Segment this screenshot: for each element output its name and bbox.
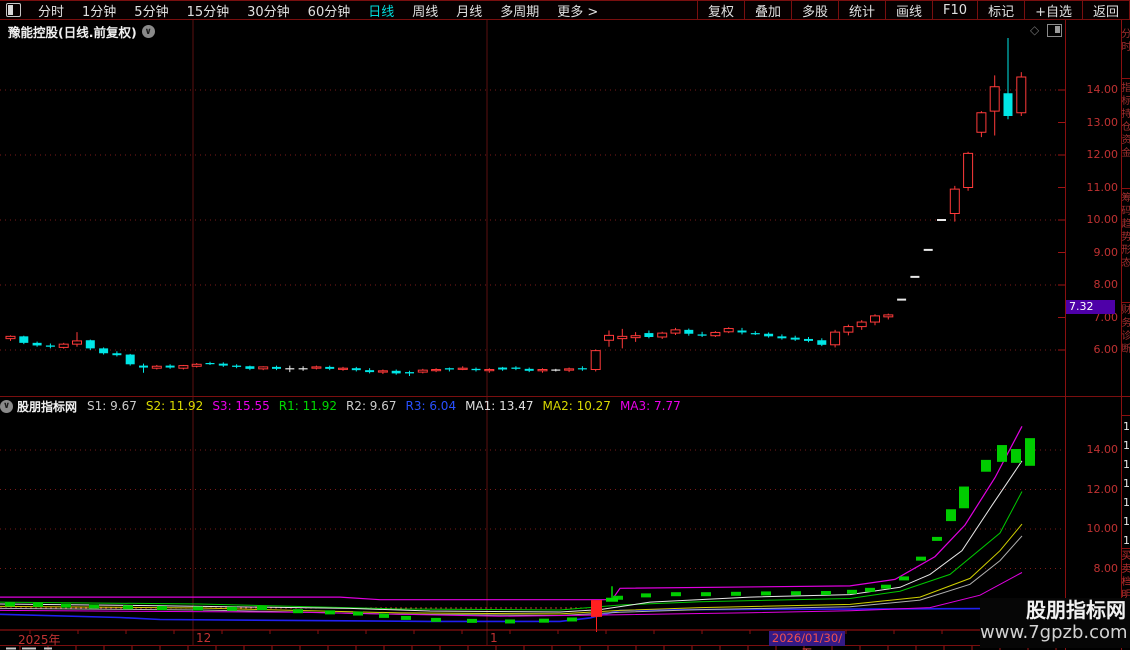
- menu-item-30分钟[interactable]: 30分钟: [238, 1, 299, 20]
- strip-divider: [1122, 548, 1130, 549]
- chevron-down-icon[interactable]: ∨: [0, 399, 13, 413]
- menu-item-5分钟[interactable]: 5分钟: [125, 1, 177, 20]
- split-window-icon[interactable]: [1047, 23, 1063, 37]
- main-axis-label-13.00: 13.00: [1086, 115, 1119, 129]
- strip-quote-digit: 1: [1123, 515, 1130, 528]
- menu-item-15分钟[interactable]: 15分钟: [178, 1, 239, 20]
- strip-section-0: 分时: [1122, 28, 1130, 54]
- strip-divider: [1122, 415, 1130, 416]
- timeline-month-1[interactable]: 1: [490, 631, 498, 645]
- right-sidebar-strip[interactable]: 分时 指标持仓资金 筹码趋势形态 财务诊断 买卖档明细 1 1 1 1 1 1 1: [1122, 20, 1130, 650]
- top-menubar: 分时 1分钟 5分钟 15分钟 30分钟 60分钟 日线 周线 月线 多周期 更多 > 复权 叠加 多股…: [0, 0, 1130, 20]
- menu-item-画线[interactable]: 画线: [885, 1, 932, 20]
- menu-item-标记[interactable]: 标记: [977, 1, 1024, 20]
- chart-title-row: 豫能控股(日线.前复权) ∨: [8, 22, 155, 41]
- stock-title[interactable]: 豫能控股(日线.前复权): [8, 22, 137, 41]
- main-axis-label-11.00: 11.00: [1086, 180, 1119, 194]
- indicator-name[interactable]: 股朋指标网: [17, 398, 77, 415]
- indicator-value-R2: R2: 9.67: [345, 399, 397, 413]
- menu-item-分时[interactable]: 分时: [29, 1, 73, 20]
- last-price-badge: 7.32: [1066, 300, 1115, 315]
- tools-menu: 复权 叠加 多股 统计 画线 F10 标记 +自选 返回: [696, 1, 1130, 20]
- menu-item-60分钟[interactable]: 60分钟: [299, 1, 360, 20]
- menu-item-更多 >[interactable]: 更多 >: [548, 1, 607, 20]
- main-axis-label-12.00: 12.00: [1086, 148, 1119, 161]
- main-axis-label-8.00: 8.00: [1093, 278, 1119, 291]
- sub-axis-label-14.00: 14.00: [1086, 443, 1119, 456]
- strip-quote-digit: 1: [1123, 534, 1130, 547]
- menu-item-F10[interactable]: F10: [932, 1, 977, 19]
- indicator-value-MA1: MA1: 13.47: [465, 399, 534, 413]
- menu-item-周线[interactable]: 周线: [403, 1, 447, 20]
- sub-axis-label-8.00: 8.00: [1093, 561, 1119, 575]
- strip-quote-digit: 1: [1123, 477, 1130, 490]
- strip-section-3: 财务诊断: [1122, 304, 1130, 356]
- indicator-value-R1: R1: 11.92: [278, 399, 337, 413]
- panel-toggle-icon[interactable]: [6, 3, 21, 17]
- strip-divider: [1122, 302, 1130, 303]
- selected-date-box: 2026/01/30/五: [769, 631, 845, 650]
- watermark-title: 股朋指标网: [1026, 598, 1126, 622]
- indicator-value-MA3: MA3: 7.77: [619, 399, 681, 413]
- main-axis-label-10.00: 10.00: [1086, 213, 1119, 226]
- sub-axis-label-12.00: 12.00: [1086, 482, 1119, 496]
- indicator-value-S3: S3: 15.55: [212, 399, 270, 413]
- strip-section-1: 指标持仓资金: [1122, 82, 1130, 160]
- menu-item-返回[interactable]: 返回: [1081, 1, 1130, 20]
- menu-item-多周期[interactable]: 多周期: [491, 1, 548, 20]
- menu-item-复权[interactable]: 复权: [696, 1, 744, 20]
- indicator-header: ∨ 股朋指标网 S1: 9.67 S2: 11.92 S3: 15.55 R1: 11…: [0, 398, 1060, 414]
- menu-item-多股[interactable]: 多股: [790, 1, 838, 20]
- menu-item-统计[interactable]: 统计: [838, 1, 885, 20]
- indicator-value-R3: R3: 6.04: [405, 399, 457, 413]
- menu-item-1分钟[interactable]: 1分钟: [73, 1, 125, 20]
- chart-corner-icons: ◇: [1030, 23, 1063, 37]
- menu-item-月线[interactable]: 月线: [447, 1, 491, 20]
- indicator-value-S2: S2: 11.92: [145, 399, 204, 413]
- strip-section-2: 筹码趋势形态: [1122, 192, 1130, 270]
- axis-border-line: [1065, 20, 1066, 650]
- strip-quote-digit: 1: [1123, 496, 1130, 509]
- watermark-url: www.7gpzb.com: [980, 622, 1128, 643]
- strip-divider: [1122, 78, 1130, 79]
- strip-divider: [1122, 188, 1130, 189]
- timeline-month-12[interactable]: 12: [196, 631, 211, 645]
- indicator-values: S1: 9.67 S2: 11.92 S3: 15.55 R1: 11.92 R2: 9…: [87, 399, 690, 413]
- strip-divider: [1122, 396, 1130, 397]
- indicator-value-S1: S1: 9.67: [87, 399, 137, 413]
- panel-divider: [0, 396, 1130, 397]
- main-axis-label-6.00: 6.00: [1093, 343, 1119, 356]
- strip-quote-digit: 1: [1123, 458, 1130, 471]
- main-chart-canvas[interactable]: [0, 20, 1065, 396]
- watermark: 股朋指标网 www.7gpzb.com: [980, 598, 1130, 648]
- main-axis-label-14.00: 14.00: [1086, 83, 1119, 96]
- menu-item-日线[interactable]: 日线: [359, 1, 403, 20]
- indicator-value-MA2: MA2: 10.27: [542, 399, 611, 413]
- sub-axis-label-10.00: 10.00: [1086, 522, 1119, 535]
- menu-item-+自选[interactable]: +自选: [1024, 1, 1082, 20]
- indicator-chart-canvas[interactable]: [0, 396, 1065, 650]
- period-menu: 分时 1分钟 5分钟 15分钟 30分钟 60分钟 日线 周线 月线 多周期 更多 >: [29, 1, 607, 20]
- strip-quote-digit: 1: [1123, 439, 1130, 452]
- menu-item-叠加[interactable]: 叠加: [743, 1, 791, 20]
- strip-quote-digit: 1: [1123, 420, 1130, 433]
- chevron-down-icon[interactable]: ∨: [141, 25, 155, 38]
- timeline-year-label[interactable]: 2025年: [18, 631, 61, 648]
- app-window: 分时 1分钟 5分钟 15分钟 30分钟 60分钟 日线 周线 月线 多周期 更多 > 复权 叠加 多股…: [0, 0, 1130, 650]
- diamond-icon[interactable]: ◇: [1030, 23, 1039, 37]
- main-axis-label-9.00: 9.00: [1093, 245, 1119, 259]
